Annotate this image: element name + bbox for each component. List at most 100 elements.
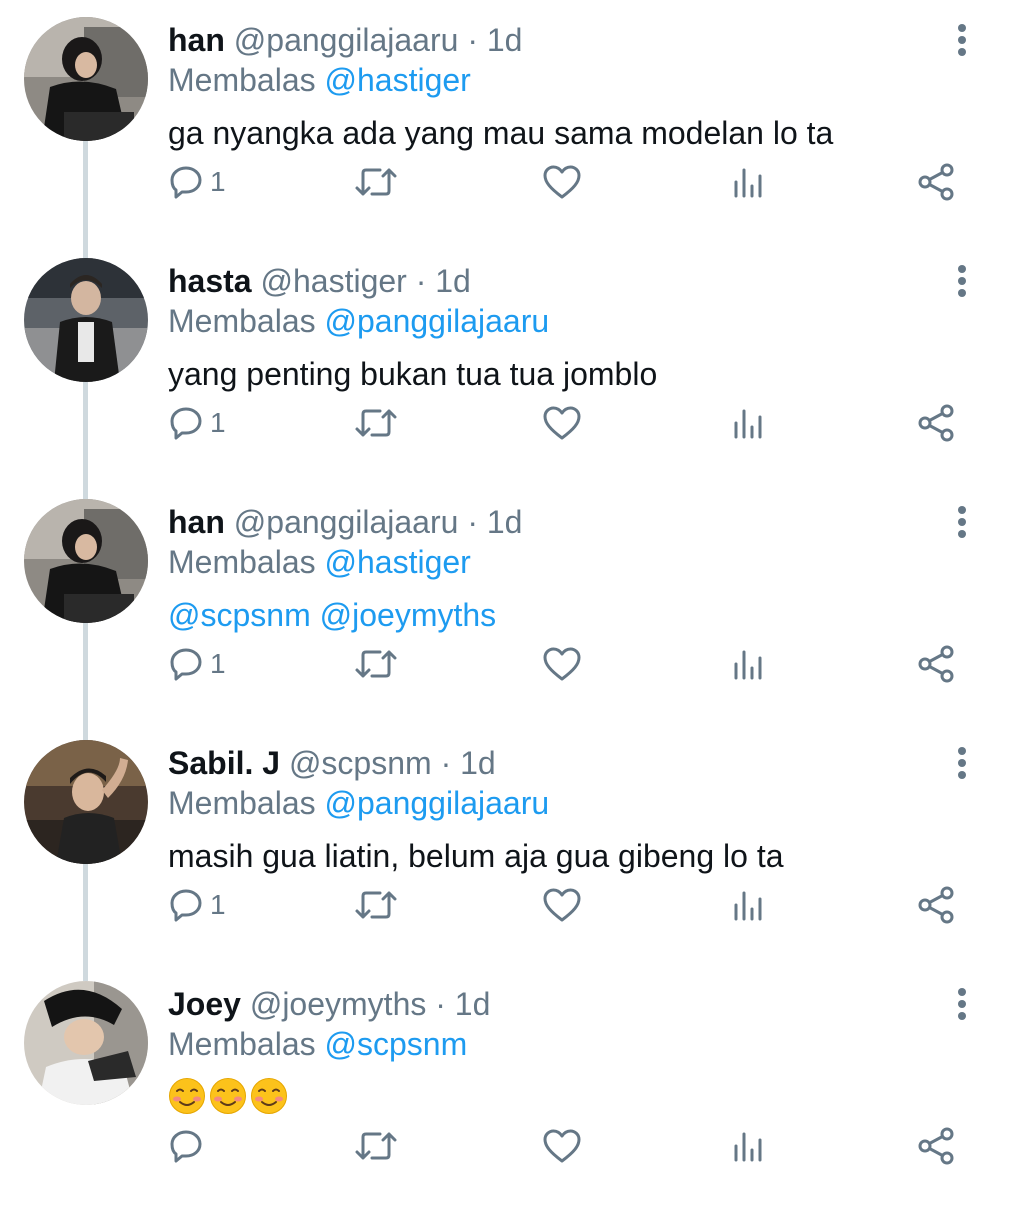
retweet-icon bbox=[355, 650, 397, 678]
timestamp[interactable]: 1d bbox=[435, 263, 471, 299]
tweet[interactable]: han @panggilajaaru · 1d Membalas @hastig… bbox=[0, 482, 1012, 723]
more-vertical-icon[interactable] bbox=[944, 261, 980, 301]
heart-icon bbox=[543, 888, 581, 922]
avatar[interactable] bbox=[24, 499, 148, 623]
user-handle[interactable]: @panggilajaaru bbox=[234, 504, 459, 540]
action-bar: 1 bbox=[168, 883, 958, 927]
tweet-header: Sabil. J @scpsnm · 1d bbox=[168, 743, 496, 783]
display-name[interactable]: Joey bbox=[168, 986, 241, 1022]
replying-to-mention[interactable]: @hastiger bbox=[325, 544, 471, 580]
reply-icon bbox=[170, 166, 202, 199]
replying-prefix: Membalas bbox=[168, 785, 316, 821]
tweet-text-mentions[interactable]: @scpsnm @joeymyths bbox=[168, 594, 496, 636]
analytics-icon bbox=[734, 650, 762, 680]
tweet[interactable]: Sabil. J @scpsnm · 1d Membalas @panggila… bbox=[0, 723, 1012, 964]
share-button[interactable] bbox=[916, 642, 956, 686]
retweet-button[interactable] bbox=[354, 160, 398, 204]
tweet-text: ga nyangka ada yang mau sama modelan lo … bbox=[168, 115, 834, 151]
share-icon bbox=[918, 886, 954, 924]
separator-dot: · bbox=[435, 986, 446, 1022]
timestamp[interactable]: 1d bbox=[487, 22, 523, 58]
avatar[interactable] bbox=[24, 17, 148, 141]
retweet-button[interactable] bbox=[354, 1124, 398, 1168]
reply-icon bbox=[170, 407, 202, 440]
tweet-header: hasta @hastiger · 1d bbox=[168, 261, 471, 301]
action-bar: 1 bbox=[168, 160, 958, 204]
reply-button[interactable]: 1 bbox=[168, 160, 226, 204]
analytics-button[interactable] bbox=[732, 160, 766, 204]
like-button[interactable] bbox=[542, 401, 582, 445]
smiling-face-emoji-icon bbox=[251, 1078, 287, 1114]
like-button[interactable] bbox=[542, 1124, 582, 1168]
more-vertical-icon[interactable] bbox=[944, 743, 980, 783]
analytics-button[interactable] bbox=[732, 883, 766, 927]
timestamp[interactable]: 1d bbox=[460, 745, 496, 781]
share-button[interactable] bbox=[916, 160, 956, 204]
avatar[interactable] bbox=[24, 740, 148, 864]
tweet-text: yang penting bukan tua tua jomblo bbox=[168, 356, 658, 392]
separator-dot: · bbox=[467, 504, 478, 540]
user-handle[interactable]: @panggilajaaru bbox=[234, 22, 459, 58]
tweet-text: masih gua liatin, belum aja gua gibeng l… bbox=[168, 838, 784, 874]
timestamp[interactable]: 1d bbox=[487, 504, 523, 540]
replying-to-mention[interactable]: @panggilajaaru bbox=[325, 303, 550, 339]
replying-prefix: Membalas bbox=[168, 62, 316, 98]
replying-to: Membalas @scpsnm bbox=[168, 1024, 467, 1064]
user-handle[interactable]: @hastiger bbox=[260, 263, 406, 299]
tweet[interactable]: Joey @joeymyths · 1d Membalas @scpsnm bbox=[0, 964, 1012, 1205]
heart-icon bbox=[543, 647, 581, 681]
avatar[interactable] bbox=[24, 258, 148, 382]
display-name[interactable]: han bbox=[168, 504, 225, 540]
tweet-header: han @panggilajaaru · 1d bbox=[168, 502, 522, 542]
user-handle[interactable]: @scpsnm bbox=[289, 745, 432, 781]
replying-prefix: Membalas bbox=[168, 303, 316, 339]
replying-to-mention[interactable]: @panggilajaaru bbox=[325, 785, 550, 821]
share-button[interactable] bbox=[916, 1124, 956, 1168]
user-handle[interactable]: @joeymyths bbox=[250, 986, 427, 1022]
retweet-button[interactable] bbox=[354, 401, 398, 445]
more-vertical-icon[interactable] bbox=[944, 984, 980, 1024]
replying-to: Membalas @panggilajaaru bbox=[168, 301, 549, 341]
heart-icon bbox=[543, 406, 581, 440]
smiling-face-emoji-icon bbox=[169, 1078, 205, 1114]
like-button[interactable] bbox=[542, 883, 582, 927]
share-icon bbox=[918, 163, 954, 201]
replying-to-mention[interactable]: @hastiger bbox=[325, 62, 471, 98]
retweet-button[interactable] bbox=[354, 642, 398, 686]
display-name[interactable]: hasta bbox=[168, 263, 252, 299]
share-button[interactable] bbox=[916, 401, 956, 445]
timestamp[interactable]: 1d bbox=[455, 986, 491, 1022]
reply-icon bbox=[170, 648, 202, 681]
share-icon bbox=[918, 404, 954, 442]
like-button[interactable] bbox=[542, 160, 582, 204]
heart-icon bbox=[543, 165, 581, 199]
analytics-button[interactable] bbox=[732, 401, 766, 445]
analytics-button[interactable] bbox=[732, 1124, 766, 1168]
reply-button[interactable]: 1 bbox=[168, 642, 226, 686]
retweet-button[interactable] bbox=[354, 883, 398, 927]
analytics-icon bbox=[734, 168, 762, 198]
analytics-icon bbox=[734, 1132, 762, 1162]
reply-count: 1 bbox=[210, 407, 226, 438]
replying-to: Membalas @hastiger bbox=[168, 60, 471, 100]
tweet[interactable]: han @panggilajaaru · 1d Membalas @hastig… bbox=[0, 0, 1012, 241]
replying-to: Membalas @panggilajaaru bbox=[168, 783, 549, 823]
action-bar bbox=[168, 1124, 958, 1168]
avatar[interactable] bbox=[24, 981, 148, 1105]
reply-icon bbox=[170, 889, 202, 922]
share-button[interactable] bbox=[916, 883, 956, 927]
replying-to-mention[interactable]: @scpsnm bbox=[325, 1026, 468, 1062]
tweet[interactable]: hasta @hastiger · 1d Membalas @panggilaj… bbox=[0, 241, 1012, 482]
like-button[interactable] bbox=[542, 642, 582, 686]
reply-button[interactable]: 1 bbox=[168, 883, 226, 927]
display-name[interactable]: Sabil. J bbox=[168, 745, 280, 781]
retweet-icon bbox=[355, 168, 397, 196]
reply-button[interactable] bbox=[168, 1124, 210, 1168]
reply-icon bbox=[170, 1130, 202, 1163]
display-name[interactable]: han bbox=[168, 22, 225, 58]
replying-to: Membalas @hastiger bbox=[168, 542, 471, 582]
reply-button[interactable]: 1 bbox=[168, 401, 226, 445]
more-vertical-icon[interactable] bbox=[944, 502, 980, 542]
more-vertical-icon[interactable] bbox=[944, 20, 980, 60]
analytics-button[interactable] bbox=[732, 642, 766, 686]
